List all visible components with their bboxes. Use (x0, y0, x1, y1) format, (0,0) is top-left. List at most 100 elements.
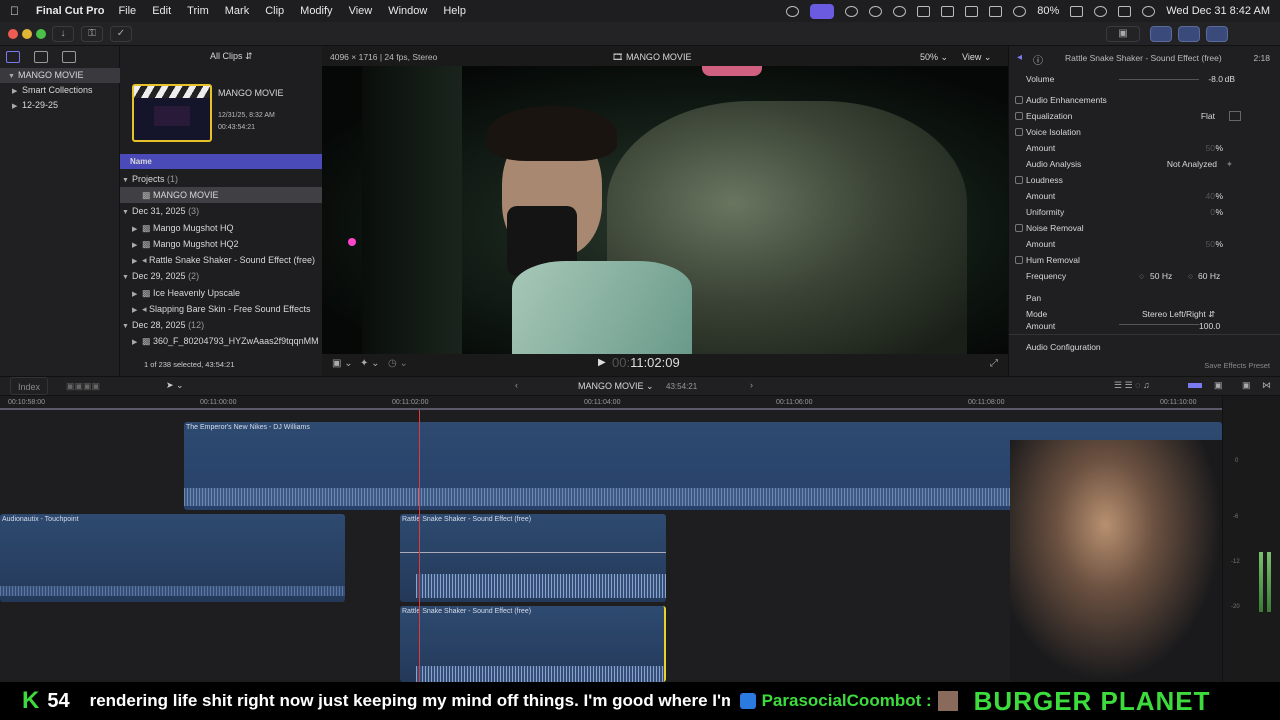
eq-graph-icon[interactable] (1229, 111, 1241, 121)
back-arrow-icon[interactable]: ‹ (515, 380, 518, 390)
select-tool-icon[interactable]: ➤ ⌄ (166, 380, 184, 391)
siri-icon[interactable] (1142, 5, 1156, 17)
pan-header[interactable]: Pan (1009, 290, 1280, 306)
effects-browser-icon[interactable]: ▣ (1242, 380, 1251, 391)
playhead[interactable] (419, 410, 420, 682)
libraries-icon[interactable] (6, 51, 20, 63)
display-icon[interactable] (941, 5, 955, 17)
library-row-event[interactable]: ▶ 12-29-25 (0, 98, 120, 113)
save-effects-preset-button[interactable]: Save Effects Preset (1204, 361, 1270, 370)
timecode-display[interactable]: 00:11:02:09 (612, 355, 680, 370)
audionautix-clip[interactable]: Audionautix - Touchpoint (0, 514, 345, 602)
menu-trim[interactable]: Trim (187, 5, 209, 17)
minimize-window-button[interactable] (22, 29, 32, 39)
background-tasks-button[interactable]: ✓ (110, 26, 132, 42)
photos-icon[interactable] (34, 51, 48, 63)
audio-configuration-header[interactable]: Audio Configuration (1026, 342, 1101, 352)
row-checkbox[interactable] (1015, 128, 1023, 136)
browser-group-row[interactable]: ▼ Dec 31, 2025 (3) (120, 203, 322, 219)
menu-modify[interactable]: Modify (300, 5, 332, 17)
layout-timeline-button[interactable] (1178, 26, 1200, 42)
library-row-smart-collections[interactable]: ▶ Smart Collections (0, 83, 120, 98)
volume-icon[interactable] (917, 5, 931, 17)
rattle-clip-2[interactable]: Rattle Snake Shaker - Sound Effect (free… (400, 606, 666, 682)
menu-window[interactable]: Window (388, 5, 427, 17)
menu-clip[interactable]: Clip (265, 5, 284, 17)
search-icon[interactable] (1094, 5, 1108, 17)
clip-filter-dropdown[interactable]: All Clips ⇵ (210, 51, 253, 62)
analyze-icon[interactable]: ✦ (1226, 156, 1233, 172)
menu-view[interactable]: View (349, 5, 373, 17)
chat-icon[interactable] (965, 5, 979, 17)
skimming-icon[interactable] (1188, 383, 1202, 388)
view-dropdown[interactable]: View ⌄ (962, 52, 991, 63)
timeline-ruler[interactable]: 00:10:58:00 00:11:00:00 00:11:02:00 00:1… (0, 396, 1222, 410)
status-icon-1[interactable] (786, 5, 800, 17)
browser-clip-row[interactable]: ▶ ▩ 360_F_80204793_HYZwAaas2f9tqqnMM (120, 333, 322, 349)
clip-appearance-icon[interactable]: ▣ (1214, 380, 1223, 391)
radio-icon[interactable]: ○ (1139, 268, 1144, 284)
browser-group-row[interactable]: ▼ Projects (1) (120, 171, 322, 187)
share-button[interactable]: ▣ (1106, 26, 1140, 42)
status-icon-2[interactable] (869, 5, 883, 17)
layout-browser-button[interactable] (1150, 26, 1172, 42)
rattle-clip-1[interactable]: Rattle Snake Shaker - Sound Effect (free… (400, 514, 666, 602)
freq-50-option[interactable]: 50 Hz (1150, 268, 1172, 284)
battery-icon[interactable] (1070, 5, 1084, 17)
browser-clip-row[interactable]: ▶ ▩ Ice Heavenly Upscale (120, 285, 322, 301)
row-checkbox[interactable] (1015, 256, 1023, 264)
screen-record-icon[interactable] (810, 3, 835, 19)
volume-value[interactable]: -8.0 (1208, 71, 1223, 87)
pan-amount-slider[interactable] (1119, 324, 1199, 325)
forward-arrow-icon[interactable]: › (750, 380, 753, 390)
zoom-dropdown[interactable]: 50% ⌄ (920, 52, 948, 63)
index-button[interactable]: Index (10, 377, 48, 395)
pan-amount-value[interactable]: 100.0 (1199, 322, 1220, 332)
browser-clip-row[interactable]: ▶ ◂ Rattle Snake Shaker - Sound Effect (f… (120, 252, 322, 268)
browser-group-row[interactable]: ▼ Dec 28, 2025 (12) (120, 317, 322, 333)
freq-60-option[interactable]: 60 Hz (1198, 268, 1220, 284)
audio-enhancements-header[interactable]: Audio Enhancements (1009, 92, 1280, 108)
menu-file[interactable]: File (118, 5, 136, 17)
uniformity-value[interactable]: 0 (1210, 204, 1215, 220)
keywords-button[interactable]: ⚿ (81, 26, 103, 42)
timeline-project-dropdown[interactable]: MANGO MOVIE ⌄ (578, 381, 654, 392)
row-checkbox[interactable] (1015, 176, 1023, 184)
control-center-icon[interactable] (1118, 5, 1132, 17)
transitions-browser-icon[interactable]: ⋈ (1262, 380, 1271, 391)
close-window-button[interactable] (8, 29, 18, 39)
wifi-icon[interactable] (1013, 5, 1027, 17)
column-header-name[interactable]: Name (120, 154, 322, 169)
browser-project-row[interactable]: ▩ MANGO MOVIE (120, 187, 322, 203)
menu-help[interactable]: Help (443, 5, 466, 17)
layout-inspector-button[interactable] (1206, 26, 1228, 42)
zoom-window-button[interactable] (36, 29, 46, 39)
titles-icon[interactable] (62, 51, 76, 63)
enhance-tool-icon[interactable]: ✦ ⌄ (360, 358, 380, 369)
play-icon[interactable] (893, 5, 907, 17)
amount-value[interactable]: 50 (1206, 236, 1215, 252)
volume-line[interactable] (400, 552, 666, 553)
equalization-dropdown[interactable]: Flat (1201, 108, 1215, 124)
menu-app[interactable]: Final Cut Pro (36, 5, 104, 17)
speed-tool-icon[interactable]: ◷ ⌄ (388, 358, 408, 369)
timeline-tools-icon[interactable]: ☰ ☰ ◌ ♫ (1114, 380, 1150, 391)
audio-enhancements-checkbox[interactable] (1015, 96, 1023, 104)
import-button[interactable]: ↓ (52, 26, 74, 42)
browser-clip-row[interactable]: ▶ ◂ Slapping Bare Skin - Free Sound Effec… (120, 301, 322, 317)
row-checkbox[interactable] (1015, 112, 1023, 120)
apple-icon[interactable]:  (10, 4, 26, 18)
globe-icon[interactable] (845, 5, 859, 17)
radio-icon[interactable]: ○ (1188, 268, 1193, 284)
play-button[interactable]: ▶ (598, 357, 606, 368)
browser-clip-row[interactable]: ▶ ▩ Mango Mugshot HQ2 (120, 236, 322, 252)
browser-group-row[interactable]: ▼ Dec 29, 2025 (2) (120, 268, 322, 284)
info-inspector-icon[interactable]: ⓘ (1033, 52, 1043, 67)
amount-value[interactable]: 40 (1206, 188, 1215, 204)
edit-buttons-icon[interactable]: ▣▣▣▣ (66, 381, 100, 392)
transform-tool-icon[interactable]: ▣ ⌄ (332, 358, 353, 369)
menu-clock[interactable]: Wed Dec 31 8:42 AM (1166, 5, 1270, 17)
bluetooth-icon[interactable] (989, 5, 1003, 17)
menu-mark[interactable]: Mark (225, 5, 249, 17)
volume-slider[interactable] (1119, 79, 1199, 80)
